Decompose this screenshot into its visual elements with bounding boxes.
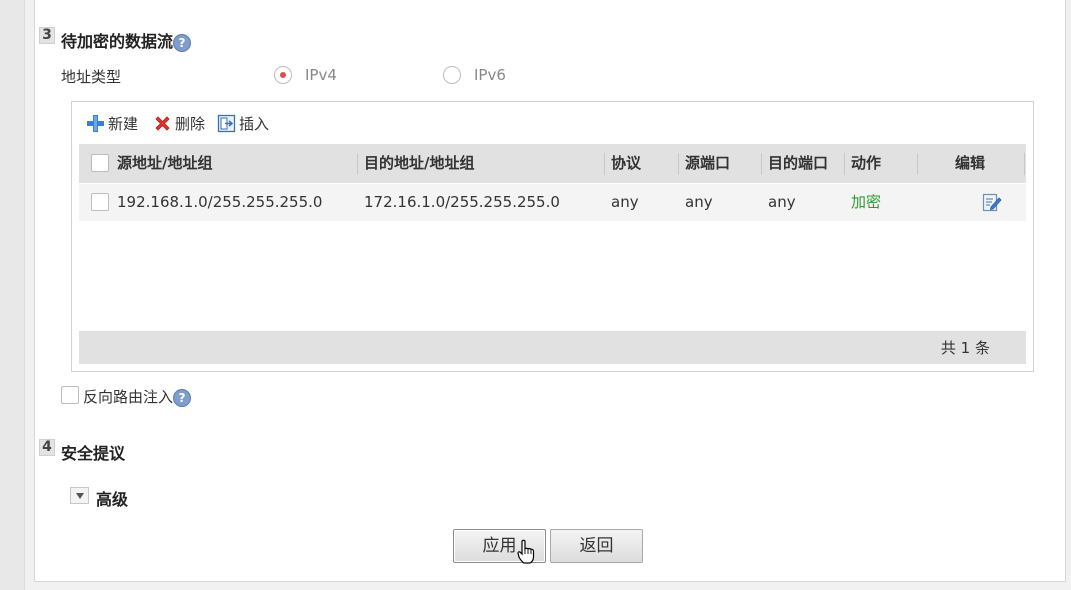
plus-icon (87, 114, 104, 132)
cell-src: 192.168.1.0/255.255.255.0 (117, 193, 323, 211)
help-icon[interactable]: ? (173, 388, 192, 407)
table-row[interactable]: 192.168.1.0/255.255.255.0 172.16.1.0/255… (79, 184, 1026, 221)
new-button[interactable]: 新建 (86, 112, 138, 134)
cell-protocol: any (611, 193, 639, 211)
section-3-title-text: 待加密的数据流 (61, 32, 174, 51)
column-header-src-port[interactable]: 源端口 (679, 144, 730, 183)
hand-cursor-icon (517, 539, 535, 564)
form-container: 3 待加密的数据流? 地址类型 IPv4 IPv6 新建 删除 插入 源地址/地… (34, 0, 1066, 582)
insert-icon (217, 114, 236, 132)
reverse-route-label: 反向路由注入? (83, 386, 192, 407)
address-type-label: 地址类型 (61, 68, 122, 86)
table-footer: 共 1 条 (79, 331, 1026, 364)
column-header-dst[interactable]: 目的地址/地址组 (358, 144, 474, 183)
cell-dst-port: any (768, 193, 796, 211)
left-sidebar-edge (0, 0, 24, 590)
advanced-expander[interactable] (70, 487, 89, 504)
delete-button[interactable]: 删除 (153, 112, 205, 134)
column-header-dst-port[interactable]: 目的端口 (762, 144, 828, 183)
column-header-edit: 编辑 (955, 154, 986, 172)
record-count: 共 1 条 (940, 339, 990, 357)
delete-button-label: 删除 (175, 114, 206, 133)
section-4-title: 安全提议 (61, 444, 126, 463)
section-3-number: 3 (39, 27, 55, 44)
reverse-route-checkbox[interactable] (61, 386, 79, 404)
content-panel: 3 待加密的数据流? 地址类型 IPv4 IPv6 新建 删除 插入 源地址/地… (24, 0, 1071, 590)
delete-x-icon (155, 115, 170, 131)
cell-src-port: any (685, 193, 713, 211)
radio-ipv6[interactable] (443, 66, 461, 84)
table-header: 源地址/地址组 目的地址/地址组 协议 源端口 目的端口 动作 编辑 (79, 144, 1026, 183)
row-checkbox[interactable] (91, 193, 109, 211)
column-header-protocol[interactable]: 协议 (605, 144, 641, 183)
insert-button[interactable]: 插入 (217, 112, 269, 134)
advanced-label[interactable]: 高级 (96, 486, 128, 510)
section-4-number: 4 (39, 439, 55, 456)
cell-dst: 172.16.1.0/255.255.255.0 (364, 193, 560, 211)
reverse-route-label-text: 反向路由注入 (83, 388, 174, 406)
radio-ipv6-label[interactable]: IPv6 (474, 66, 506, 84)
data-flow-table-box: 新建 删除 插入 源地址/地址组 目的地址/地址组 协议 源端口 目的端口 动作… (71, 101, 1034, 372)
select-all-checkbox[interactable] (91, 154, 109, 172)
column-header-action[interactable]: 动作 (845, 144, 881, 183)
insert-button-label: 插入 (239, 114, 270, 133)
radio-ipv4[interactable] (274, 66, 292, 84)
radio-ipv4-label[interactable]: IPv4 (305, 66, 337, 84)
back-button[interactable]: 返回 (550, 529, 643, 563)
help-icon[interactable]: ? (173, 33, 192, 52)
column-header-src[interactable]: 源地址/地址组 (111, 144, 212, 183)
section-3-title: 待加密的数据流? (61, 28, 192, 52)
new-button-label: 新建 (108, 114, 139, 133)
cell-action: 加密 (851, 193, 882, 211)
edit-icon[interactable] (982, 193, 1002, 212)
